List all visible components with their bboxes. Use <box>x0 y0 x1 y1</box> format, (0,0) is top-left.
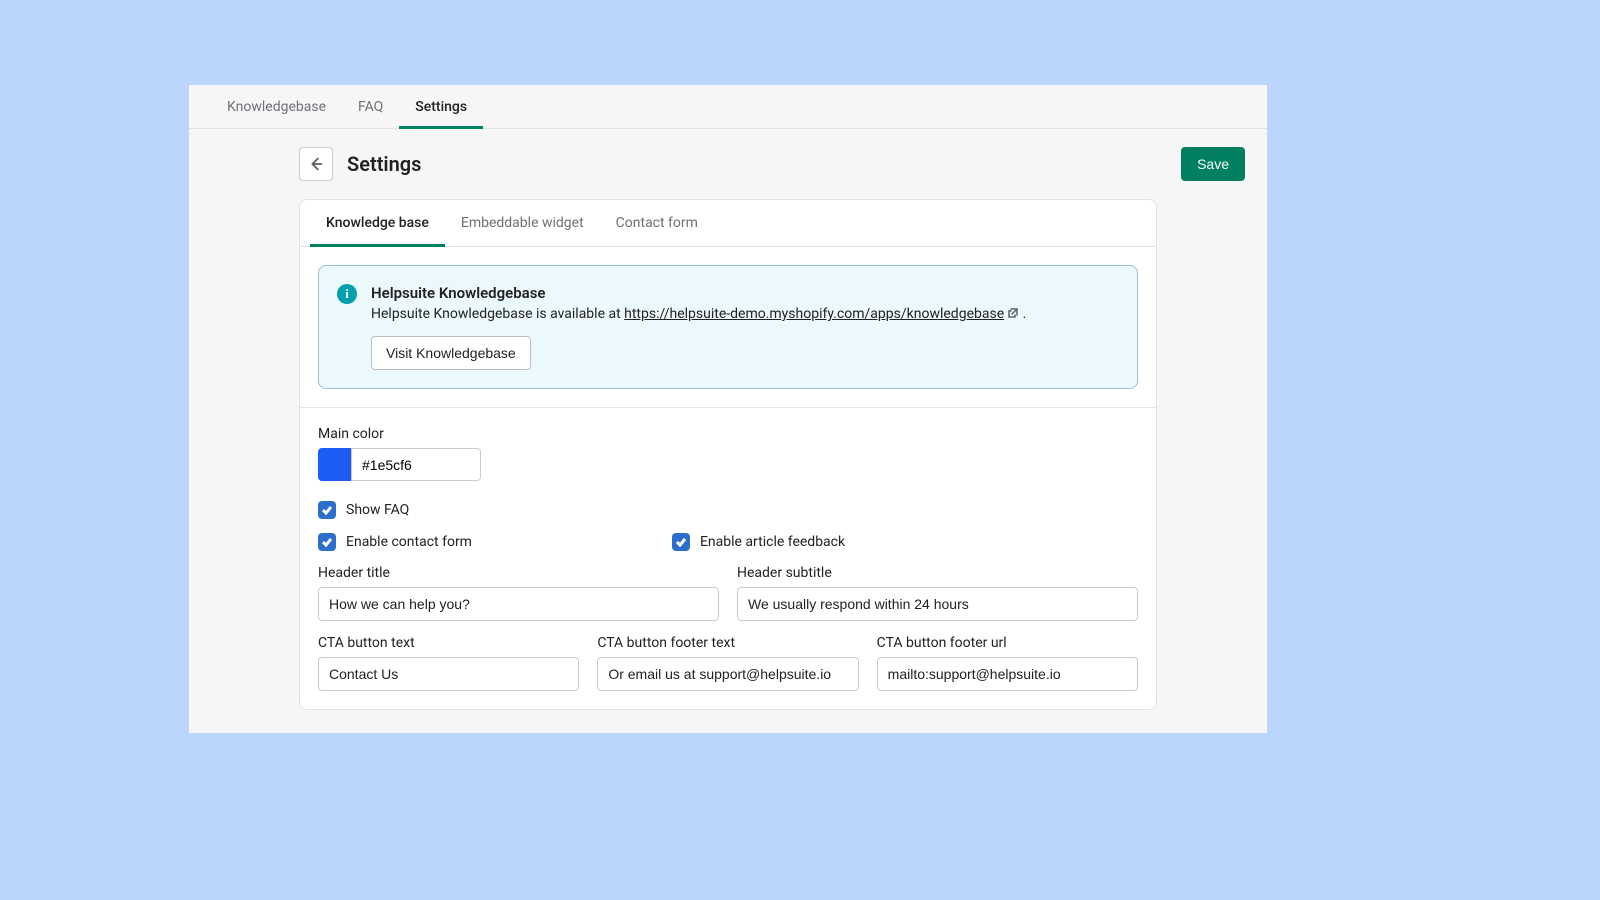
show-faq-checkbox[interactable] <box>318 501 336 519</box>
header-title-label: Header title <box>318 565 719 581</box>
back-button[interactable] <box>299 147 333 181</box>
enable-contact-label: Enable contact form <box>346 534 472 550</box>
enable-feedback-label: Enable article feedback <box>700 534 845 550</box>
arrow-left-icon <box>307 155 325 173</box>
page-title: Settings <box>347 152 421 176</box>
banner-title: Helpsuite Knowledgebase <box>371 284 1026 302</box>
enable-feedback-checkbox[interactable] <box>672 533 690 551</box>
external-link-icon <box>1007 307 1019 319</box>
header-subtitle-label: Header subtitle <box>737 565 1138 581</box>
knowledgebase-link[interactable]: https://helpsuite-demo.myshopify.com/app… <box>624 306 1004 322</box>
app-window: Knowledgebase FAQ Settings Settings Save… <box>189 85 1267 733</box>
main-color-label: Main color <box>318 426 1138 442</box>
tab-faq[interactable]: FAQ <box>342 85 399 128</box>
cta-footer-url-label: CTA button footer url <box>877 635 1138 651</box>
cta-footer-text-label: CTA button footer text <box>597 635 858 651</box>
cta-text-input[interactable] <box>318 657 579 691</box>
header-subtitle-input[interactable] <box>737 587 1138 621</box>
tab-settings[interactable]: Settings <box>399 85 483 128</box>
info-icon: i <box>337 284 357 304</box>
save-button[interactable]: Save <box>1181 147 1245 181</box>
enable-contact-checkbox[interactable] <box>318 533 336 551</box>
main-color-swatch[interactable] <box>318 448 351 481</box>
top-tabs: Knowledgebase FAQ Settings <box>189 85 1267 129</box>
banner-text: Helpsuite Knowledgebase is available at … <box>371 306 1026 322</box>
main-color-input[interactable] <box>351 448 481 481</box>
banner-text-suffix: . <box>1019 306 1026 322</box>
visit-knowledgebase-button[interactable]: Visit Knowledgebase <box>371 336 531 370</box>
subtab-contact-form[interactable]: Contact form <box>600 200 714 246</box>
show-faq-label: Show FAQ <box>346 502 409 518</box>
form-body: Main color Show FAQ Enable contact form <box>300 408 1156 709</box>
cta-footer-url-input[interactable] <box>877 657 1138 691</box>
banner-text-prefix: Helpsuite Knowledgebase is available at <box>371 306 624 322</box>
tab-knowledgebase[interactable]: Knowledgebase <box>211 85 342 128</box>
sub-tabs: Knowledge base Embeddable widget Contact… <box>300 200 1156 247</box>
header-title-input[interactable] <box>318 587 719 621</box>
settings-card: Knowledge base Embeddable widget Contact… <box>299 199 1157 710</box>
subtab-knowledge-base[interactable]: Knowledge base <box>310 200 445 246</box>
subtab-embeddable-widget[interactable]: Embeddable widget <box>445 200 600 246</box>
cta-footer-text-input[interactable] <box>597 657 858 691</box>
info-banner: i Helpsuite Knowledgebase Helpsuite Know… <box>318 265 1138 389</box>
cta-text-label: CTA button text <box>318 635 579 651</box>
page-header: Settings Save <box>189 129 1267 199</box>
